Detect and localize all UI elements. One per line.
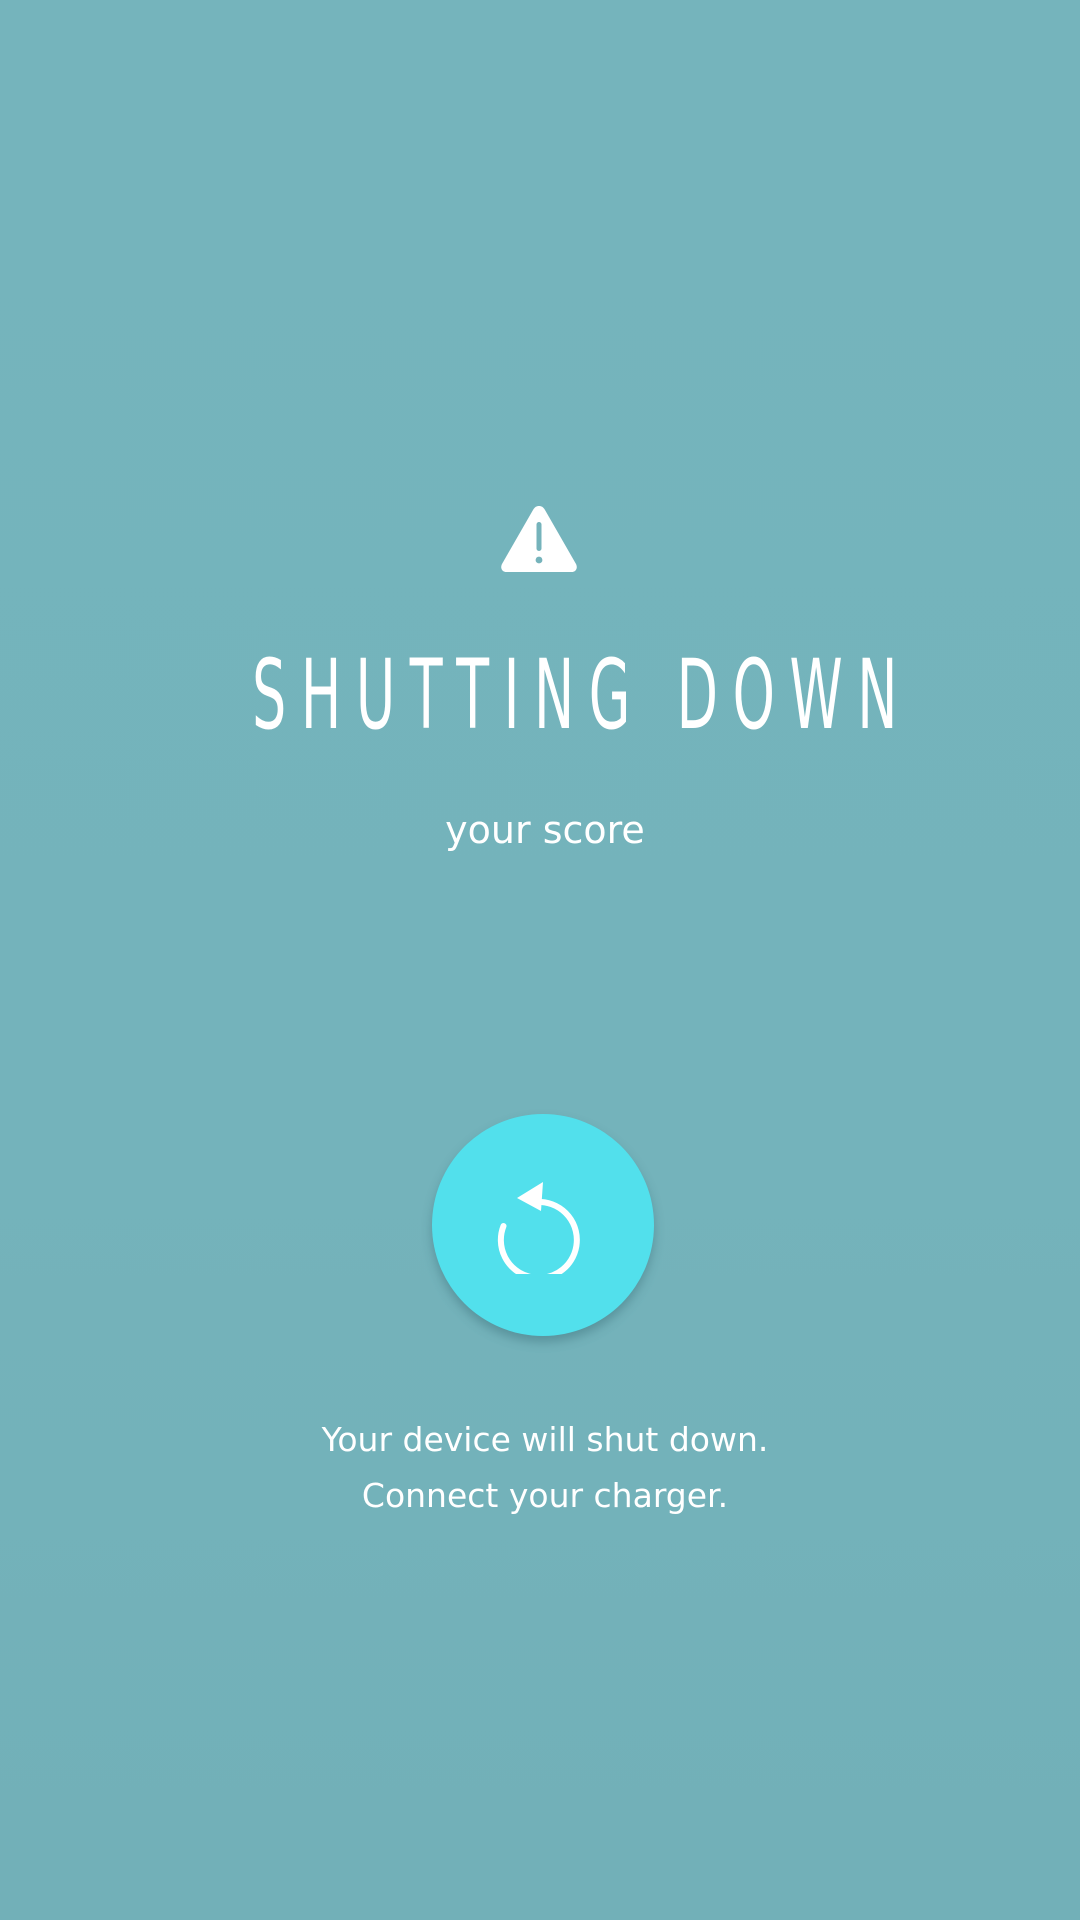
restart-button[interactable] — [432, 1114, 654, 1336]
restart-icon — [497, 1182, 580, 1274]
message-line-2: Connect your charger. — [361, 1476, 729, 1515]
shutdown-screen: SHUTTING DOWN your score Your device wil… — [0, 0, 1080, 1920]
message-line-1: Your device will shut down. — [321, 1420, 769, 1459]
shutdown-message: Your device will shut down. Connect your… — [0, 1412, 1080, 1524]
page-title: SHUTTING DOWN — [252, 639, 912, 751]
warning-triangle-icon — [501, 506, 577, 572]
score-label: your score — [445, 808, 645, 852]
